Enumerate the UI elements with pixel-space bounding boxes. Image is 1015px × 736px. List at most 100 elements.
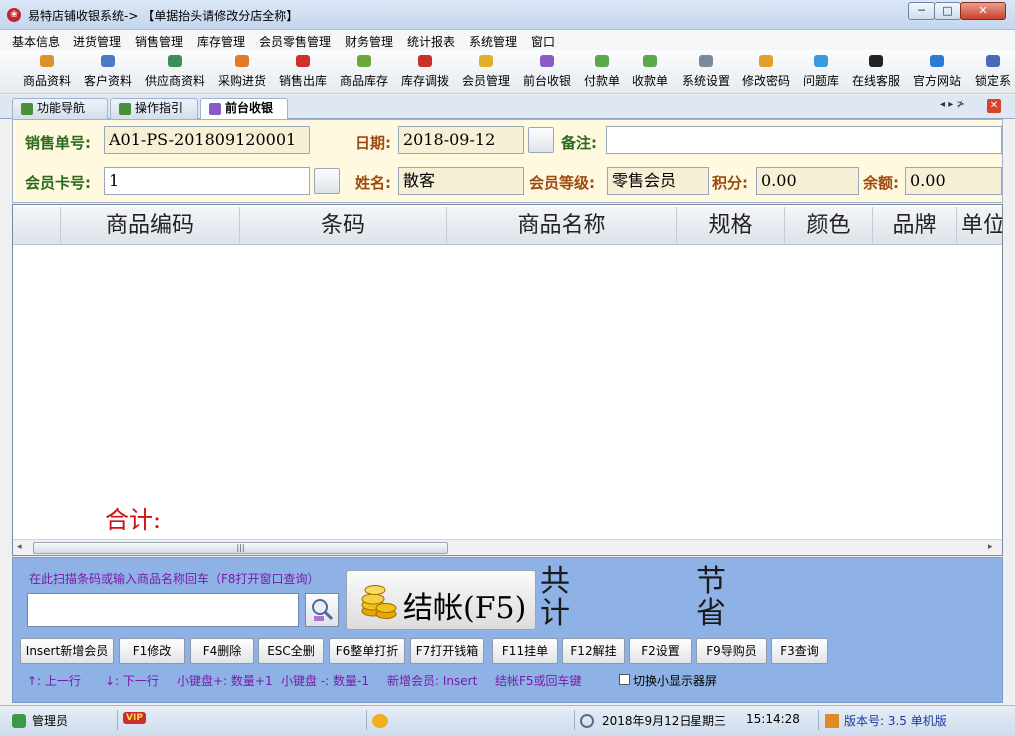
grid-header: 商品编码 条码 商品名称 规格 颜色 品牌 单位: [13, 207, 1002, 245]
toolbar-support[interactable]: 在线客服: [850, 52, 902, 92]
settings-icon: [699, 55, 713, 67]
f6-discount-button[interactable]: F6整单打折: [329, 638, 405, 664]
checkout-button[interactable]: 结帐(F5): [346, 570, 536, 630]
toolbar-member[interactable]: 会员管理: [460, 52, 512, 92]
menu-window[interactable]: 窗口: [531, 33, 555, 50]
tab-guide[interactable]: 操作指引: [110, 98, 198, 119]
note-input[interactable]: [606, 126, 1002, 154]
menu-purchase[interactable]: 进货管理: [73, 33, 121, 50]
toolbar-sales-out[interactable]: 销售出库: [276, 52, 330, 92]
search-button[interactable]: [305, 593, 339, 627]
tab-label: 功能导航: [37, 101, 86, 115]
toolbar-settings[interactable]: 系统设置: [680, 52, 732, 92]
menu-finance[interactable]: 财务管理: [345, 33, 393, 50]
toolbar-payment[interactable]: 付款单: [582, 52, 622, 92]
toolbar-label: 库存调拨: [400, 74, 449, 88]
small-screen-checkbox[interactable]: [619, 674, 630, 685]
close-button[interactable]: ✕: [960, 2, 1006, 20]
f3-query-button[interactable]: F3查询: [771, 638, 828, 664]
scroll-thumb[interactable]: |||: [33, 542, 448, 554]
toolbar-lock[interactable]: 锁定系: [972, 52, 1014, 92]
column-header[interactable]: 品牌: [873, 207, 957, 244]
f7-open-drawer-button[interactable]: F7打开钱箱: [410, 638, 484, 664]
member-card-input[interactable]: 1: [104, 167, 310, 195]
date-label: 日期:: [355, 134, 391, 152]
add-member-icon[interactable]: [314, 168, 340, 194]
calendar-icon[interactable]: [528, 127, 554, 153]
toolbar-label: 锁定系: [974, 74, 1011, 88]
search-icon: [312, 599, 334, 621]
name-field: 散客: [398, 167, 524, 195]
scan-input[interactable]: [27, 593, 299, 627]
home-icon: [825, 714, 839, 728]
menu-system[interactable]: 系统管理: [469, 33, 517, 50]
horizontal-scrollbar[interactable]: ◂ ||| ▸: [13, 539, 1002, 555]
item-grid[interactable]: 商品编码 条码 商品名称 规格 颜色 品牌 单位 合计: ◂ ||| ▸: [12, 204, 1003, 556]
status-user: 管理员: [32, 714, 69, 728]
sum-label: 共计: [540, 564, 570, 631]
column-header[interactable]: 颜色: [785, 207, 873, 244]
tab-label: 操作指引: [135, 101, 184, 115]
toolbar-stock[interactable]: 商品库存: [338, 52, 390, 92]
column-header[interactable]: 条码: [240, 207, 447, 244]
checkout-label: 结帐(F5): [403, 591, 527, 626]
tab-close-icon[interactable]: ✕: [987, 99, 1001, 113]
payment-icon: [595, 55, 609, 67]
f2-settings-button[interactable]: F2设置: [629, 638, 692, 664]
basket-icon: [296, 55, 310, 67]
menu-member-retail[interactable]: 会员零售管理: [259, 33, 331, 50]
menu-sales[interactable]: 销售管理: [135, 33, 183, 50]
sale-header-form: 销售单号: A01-PS-201809120001 日期: 2018-09-12…: [12, 119, 1003, 203]
menu-basic-info[interactable]: 基本信息: [12, 33, 60, 50]
card-label: 会员卡号:: [25, 174, 91, 192]
toolbar-faq[interactable]: 问题库: [800, 52, 842, 92]
column-header[interactable]: 商品编码: [61, 207, 240, 244]
toolbar-website[interactable]: 官方网站: [910, 52, 964, 92]
status-divider: [117, 710, 118, 730]
balance-field: 0.00: [905, 167, 1002, 195]
date-field[interactable]: 2018-09-12: [398, 126, 524, 154]
small-screen-label[interactable]: 切换小显示器屏: [633, 672, 717, 689]
maximize-button[interactable]: □: [934, 2, 961, 20]
tab-cashier[interactable]: 前台收银: [200, 98, 288, 119]
toolbar-receipt[interactable]: 收款单: [630, 52, 670, 92]
menu-inventory[interactable]: 库存管理: [197, 33, 245, 50]
esc-clear-all-button[interactable]: ESC全删: [258, 638, 324, 664]
scroll-right-icon[interactable]: ▸: [988, 542, 993, 552]
grid-row-indicator-header: [13, 207, 61, 244]
toolbar-cashier[interactable]: 前台收银: [520, 52, 574, 92]
insert-new-member-button[interactable]: Insert新增会员: [20, 638, 114, 664]
toolbar-label: 收款单: [631, 74, 668, 88]
toolbar-goods[interactable]: 商品资料: [20, 52, 74, 92]
column-header[interactable]: 商品名称: [447, 207, 677, 244]
toolbar-customer[interactable]: 客户资料: [82, 52, 134, 92]
tab-scroll-controls[interactable]: ◂ ▸ ≯: [940, 99, 965, 110]
f11-hold-button[interactable]: F11挂单: [492, 638, 558, 664]
menu-reports[interactable]: 统计报表: [407, 33, 455, 50]
navigation-icon: [21, 103, 33, 115]
f4-delete-button[interactable]: F4删除: [190, 638, 254, 664]
ie-icon: [930, 55, 944, 67]
f12-unhold-button[interactable]: F12解挂: [562, 638, 625, 664]
column-header[interactable]: 规格: [677, 207, 785, 244]
points-field: 0.00: [756, 167, 859, 195]
scan-hint: 在此扫描条码或输入商品名称回车（F8打开窗口查询）: [29, 572, 320, 586]
toolbar-label: 客户资料: [83, 74, 132, 88]
toolbar: 商品资料 客户资料 供应商资料 采购进货 销售出库 商品库存 库存调拨 会员管理…: [0, 50, 1015, 94]
minimize-button[interactable]: ─: [908, 2, 935, 20]
column-header[interactable]: 单位: [957, 207, 1002, 244]
name-label: 姓名:: [355, 174, 391, 192]
level-field: 零售会员: [607, 167, 709, 195]
guide-icon: [119, 103, 131, 115]
toolbar-transfer[interactable]: 库存调拨: [398, 52, 452, 92]
toolbar-supplier[interactable]: 供应商资料: [142, 52, 208, 92]
f9-salesperson-button[interactable]: F9导购员: [696, 638, 767, 664]
toolbar-purchase[interactable]: 采购进货: [216, 52, 268, 92]
tab-navigation[interactable]: 功能导航: [12, 98, 108, 119]
scroll-left-icon[interactable]: ◂: [17, 542, 22, 552]
toolbar-label: 商品库存: [339, 74, 388, 88]
toolbar-label: 会员管理: [461, 74, 510, 88]
cashier-icon: [209, 103, 221, 115]
f1-edit-button[interactable]: F1修改: [119, 638, 185, 664]
toolbar-password[interactable]: 修改密码: [740, 52, 792, 92]
